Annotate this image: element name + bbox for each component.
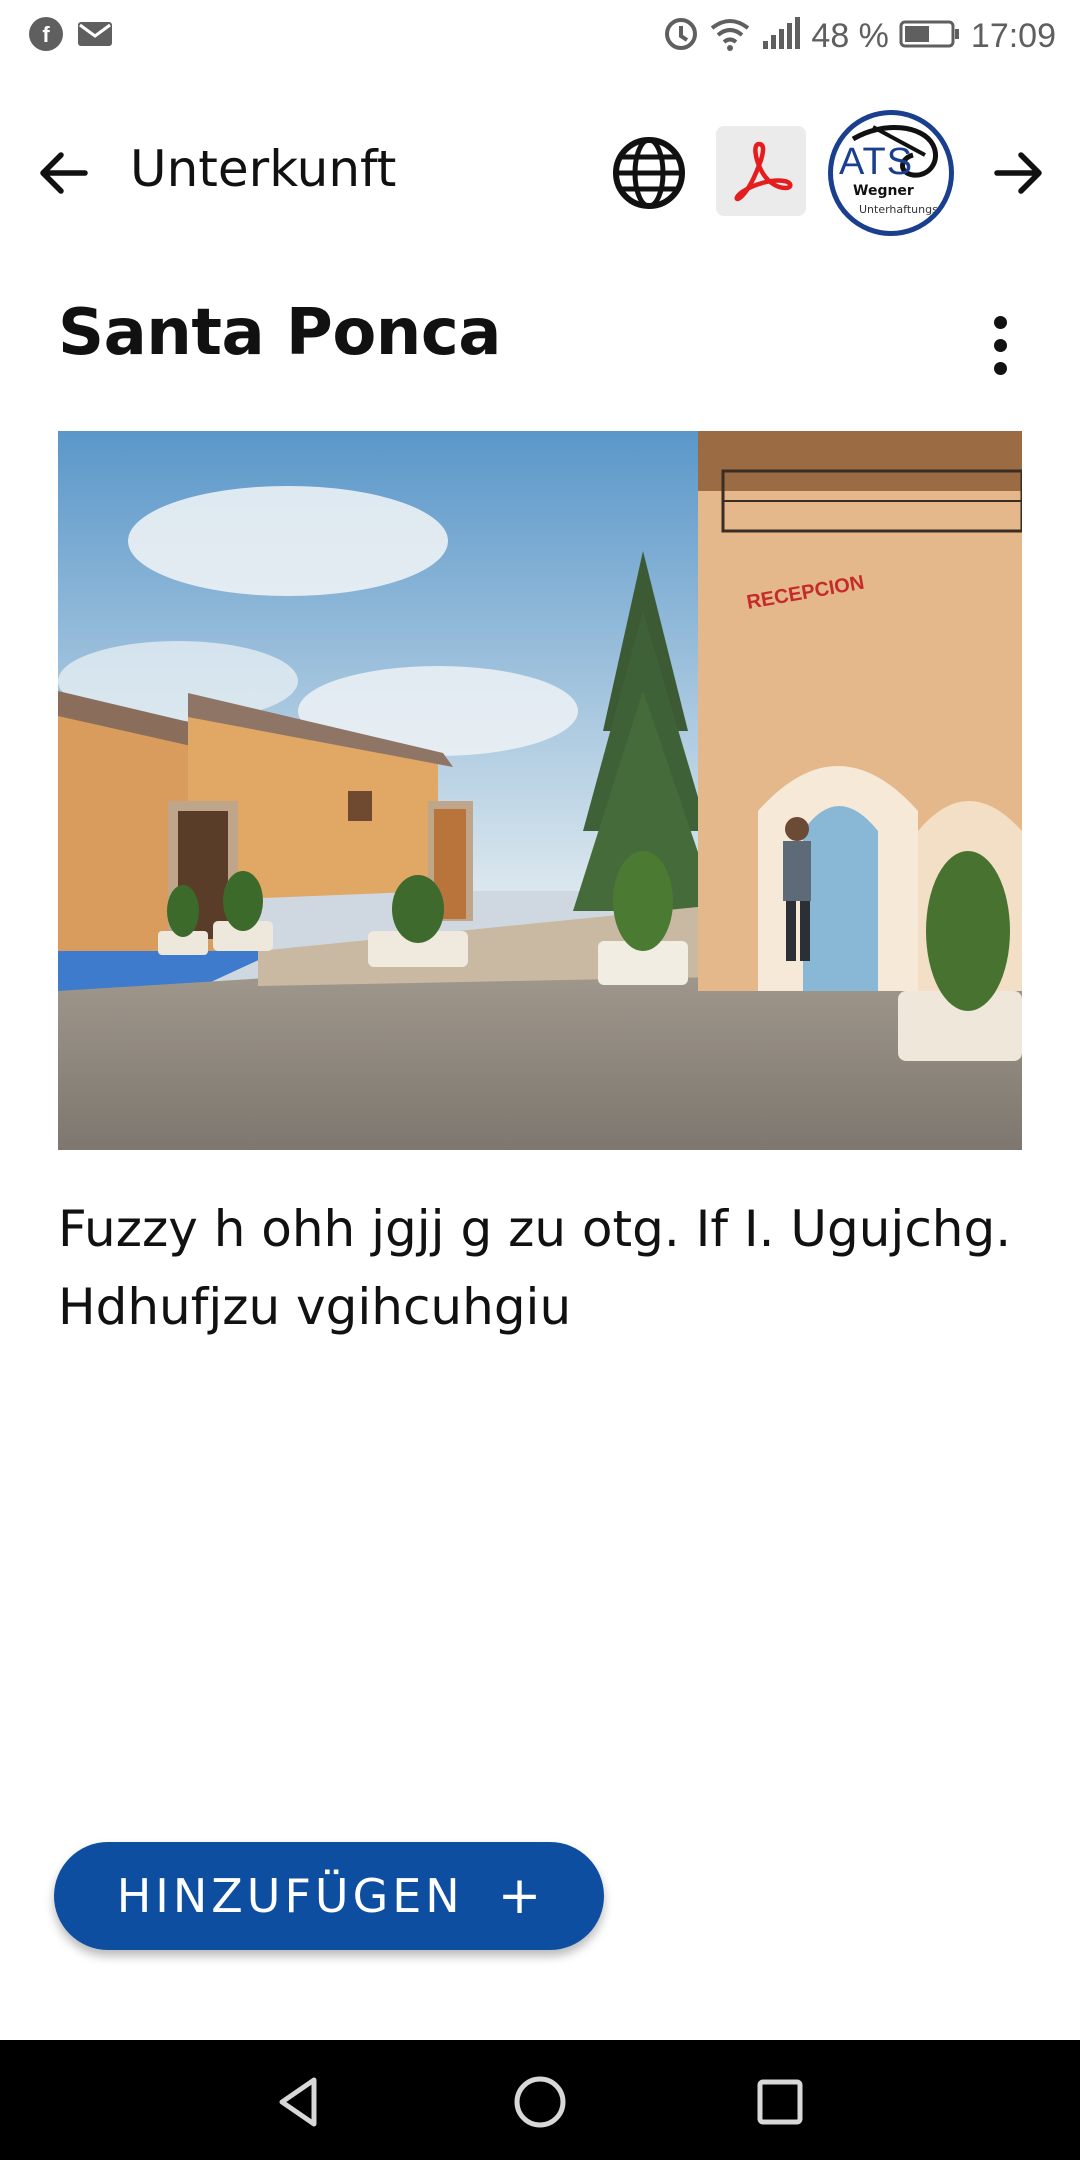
plus-icon: + — [497, 1866, 542, 1926]
status-left: f — [28, 16, 126, 57]
accommodation-name: Santa Ponca — [58, 296, 501, 370]
add-button-label: HINZUFÜGEN — [116, 1869, 464, 1923]
mail-notification-icon — [76, 19, 114, 54]
logo-name: Wegner — [853, 183, 914, 199]
more-vertical-icon-dot — [993, 361, 1007, 375]
nav-home-button[interactable] — [508, 2070, 572, 2134]
wifi-icon — [709, 16, 751, 57]
pdf-icon — [734, 141, 793, 202]
square-recents-icon — [757, 2079, 803, 2125]
signal-icon — [761, 16, 801, 56]
status-right: 48 % 17:09 — [653, 16, 1056, 57]
logo-text: ATS — [839, 141, 914, 183]
app-bar: Unterkunft ATS Wegner Unterhaftungsgesch — [0, 110, 1080, 236]
system-nav-bar — [0, 2040, 1080, 2160]
globe-icon — [613, 137, 685, 209]
company-logo[interactable]: ATS Wegner Unterhaftungsgesch — [828, 110, 954, 236]
more-options-button[interactable] — [970, 300, 1030, 390]
triangle-back-icon — [279, 2077, 317, 2127]
logo-subtitle: Unterhaftungsgesch — [859, 203, 952, 216]
nav-recents-button[interactable] — [748, 2070, 812, 2134]
battery-icon — [899, 19, 961, 54]
back-button[interactable] — [28, 138, 98, 208]
battery-percent: 48 % — [811, 16, 889, 55]
clock: 17:09 — [970, 16, 1056, 55]
accommodation-photo: RECEPCION — [58, 431, 1022, 1150]
nav-back-button[interactable] — [268, 2070, 332, 2134]
data-saver-icon — [663, 16, 699, 57]
more-vertical-icon-dot — [993, 338, 1007, 352]
arrow-right-icon — [994, 152, 1042, 194]
website-button[interactable] — [608, 132, 690, 214]
arrow-left-icon — [40, 152, 88, 194]
circle-home-icon — [514, 2076, 566, 2128]
facebook-notification-icon: f — [28, 16, 64, 57]
pdf-button[interactable] — [716, 126, 806, 216]
status-bar: f 48 % 17:09 — [0, 0, 1080, 72]
svg-text:f: f — [42, 22, 50, 47]
page-title: Unterkunft — [130, 140, 397, 198]
accommodation-description: Fuzzy h ohh jgjj g zu otg. If I. Ugujchg… — [58, 1200, 1012, 1336]
forward-button[interactable] — [984, 138, 1054, 208]
add-button[interactable]: HINZUFÜGEN + — [54, 1842, 604, 1950]
more-vertical-icon — [993, 315, 1007, 329]
